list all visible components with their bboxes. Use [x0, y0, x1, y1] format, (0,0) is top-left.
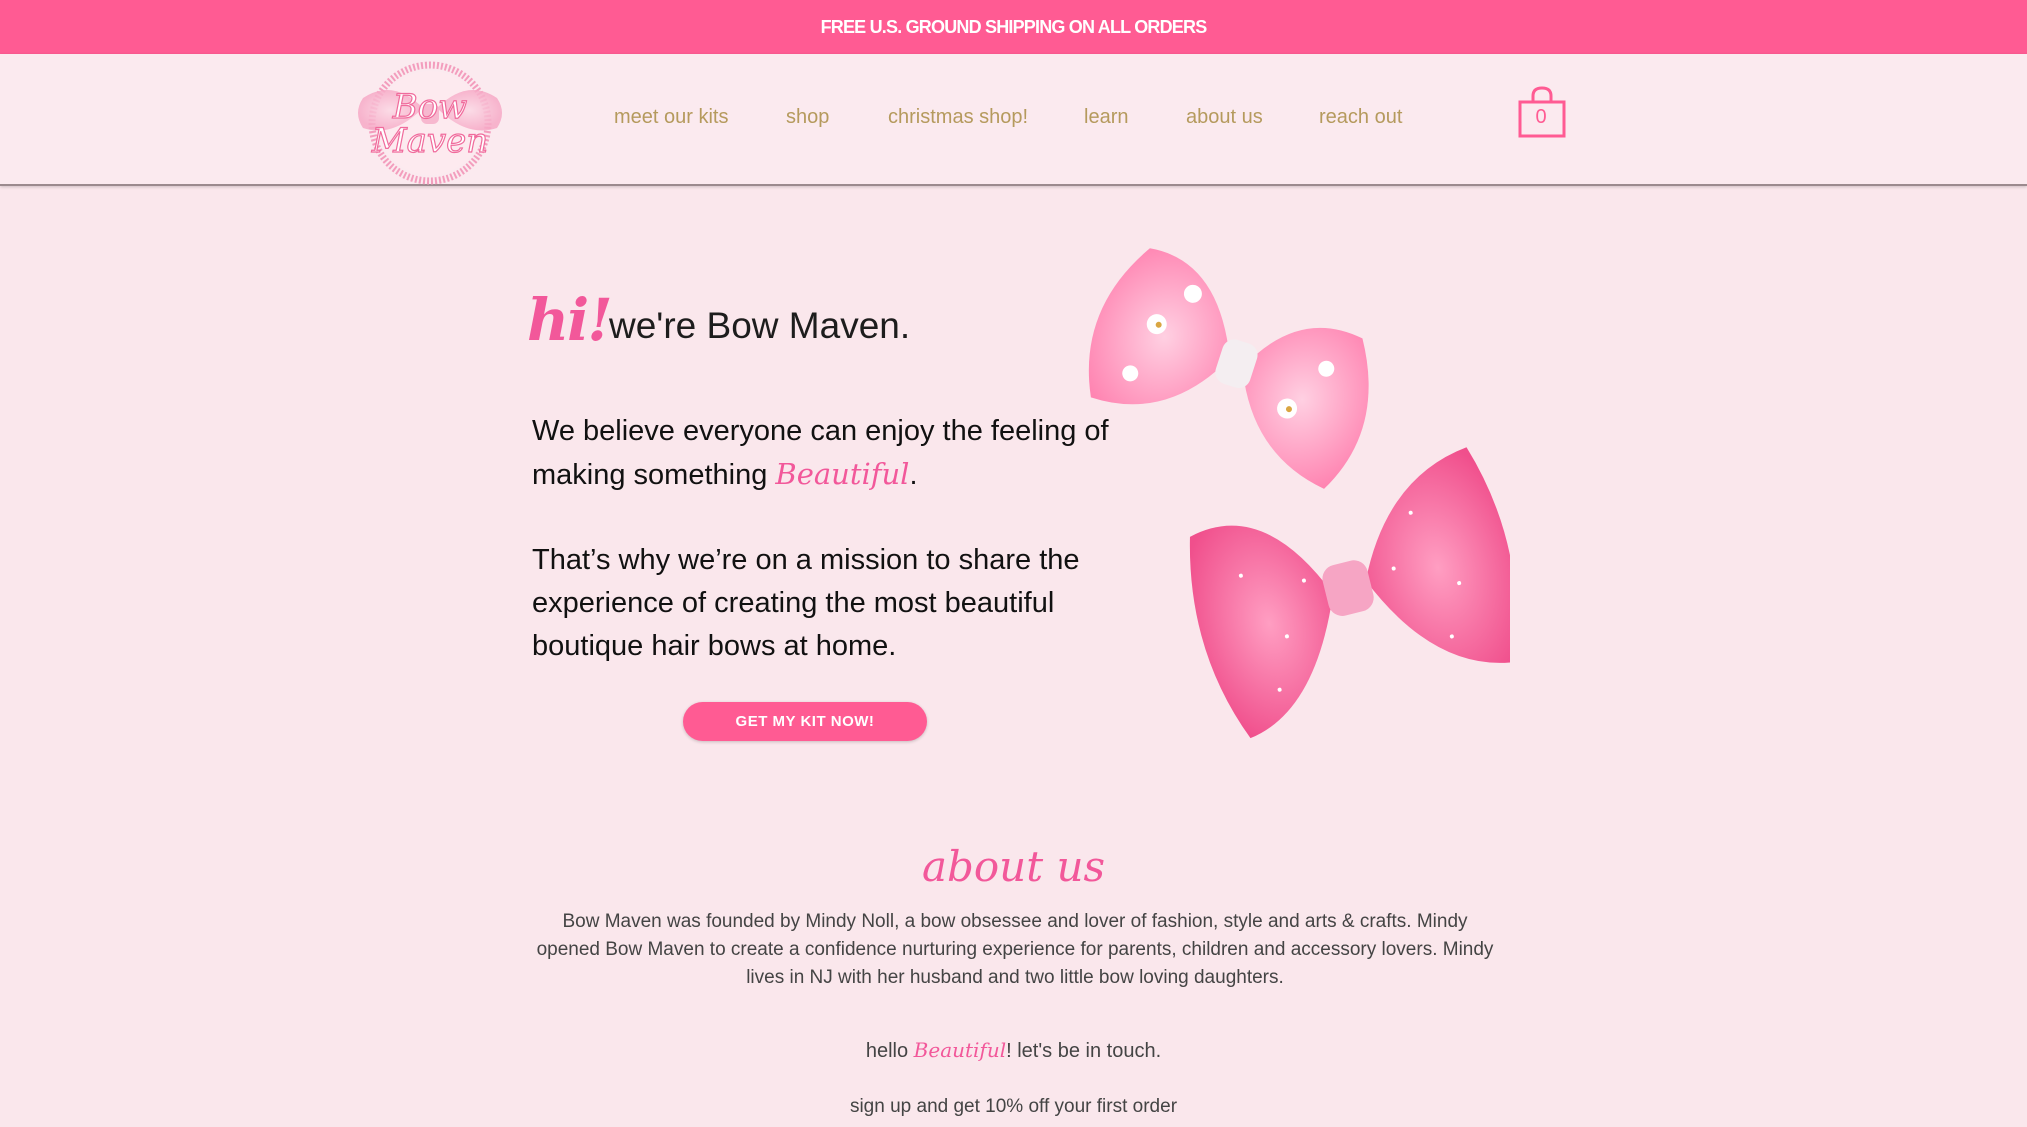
hero-hi: hi!: [527, 286, 613, 354]
hello-script: Beautiful: [913, 1038, 1007, 1062]
light-pink-bow: [1088, 248, 1369, 489]
newsletter-signup-text: sign up and get 10% off your first order: [849, 1096, 1178, 1117]
hero-p1-end: .: [909, 459, 918, 491]
about-us-heading: about us: [921, 842, 1106, 891]
hello-end: ! let's be in touch.: [1006, 1040, 1162, 1062]
promo-banner: FREE U.S. GROUND SHIPPING ON ALL ORDERS: [0, 0, 2027, 54]
hello-text: hello: [865, 1040, 914, 1062]
nav-christmas-shop[interactable]: christmas shop!: [888, 106, 1028, 129]
site-header: Bow Maven meet our kits shop christmas s…: [0, 54, 2027, 186]
cart-button[interactable]: 0: [1518, 84, 1568, 140]
hero-paragraph-2: That’s why we’re on a mission to share t…: [532, 544, 1080, 662]
bows-image: [1070, 240, 1517, 740]
hero-paragraph-1: We believe everyone can enjoy the feelin…: [532, 410, 1132, 497]
nav-learn[interactable]: learn: [1084, 106, 1128, 129]
get-my-kit-button[interactable]: GET MY KIT NOW!: [683, 702, 927, 741]
logo-text-maven: Maven: [371, 121, 488, 161]
nav-meet-our-kits[interactable]: meet our kits: [614, 106, 728, 129]
hero-title: we're Bow Maven.: [609, 305, 911, 346]
bow-maven-logo[interactable]: Bow Maven: [343, 58, 517, 185]
newsletter-hello: hello Beautiful! let's be in touch.: [0, 1038, 2027, 1063]
nav-shop[interactable]: shop: [786, 106, 829, 129]
cart-count: 0: [1535, 106, 1547, 128]
nav-about-us[interactable]: about us: [1186, 106, 1263, 129]
nav-reach-out[interactable]: reach out: [1319, 106, 1402, 129]
about-us-text: Bow Maven was founded by Mindy Noll, a b…: [536, 911, 1494, 988]
hero-p1-script: Beautiful: [775, 457, 910, 491]
hot-pink-glitter-bow: [1189, 447, 1517, 739]
promo-text: FREE U.S. GROUND SHIPPING ON ALL ORDERS: [820, 16, 1208, 37]
